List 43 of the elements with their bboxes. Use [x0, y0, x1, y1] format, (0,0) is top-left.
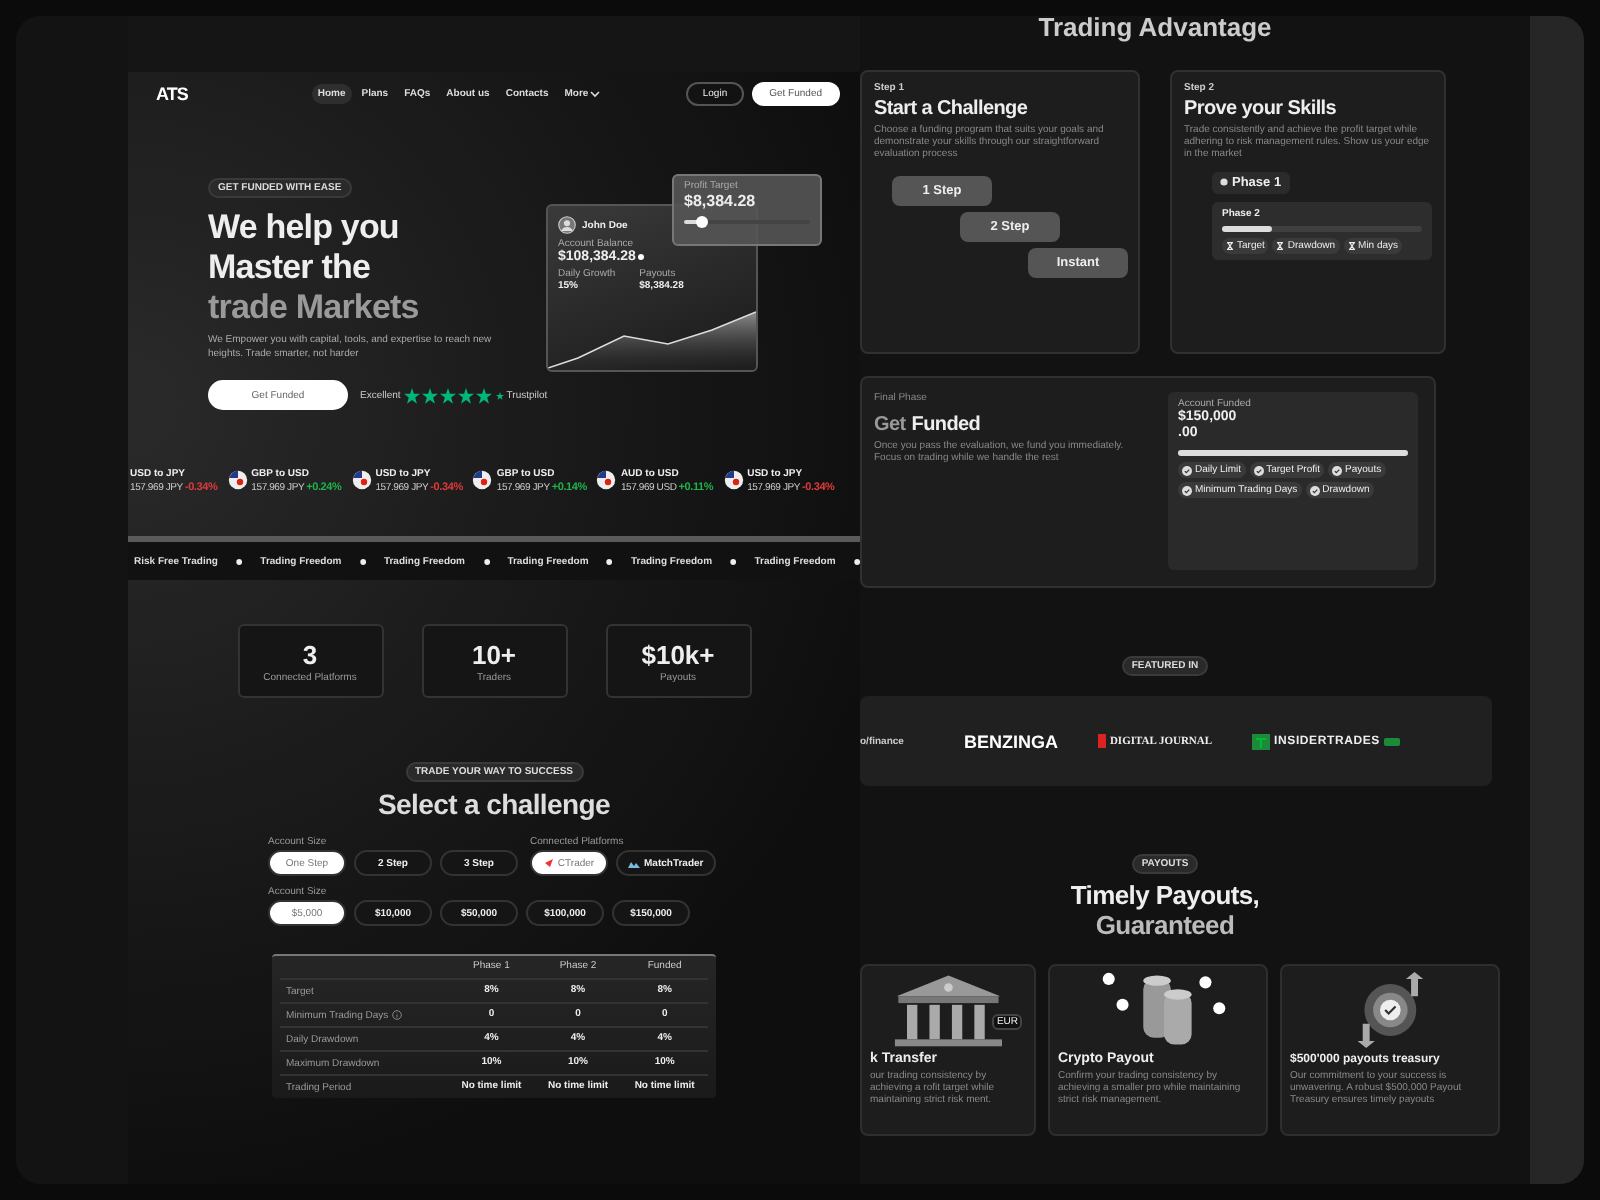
card-title: Start a Challenge	[874, 98, 1030, 120]
section-title: Timely Payouts,	[1070, 880, 1260, 910]
headline: trade Markets	[208, 288, 421, 328]
bullet-icon	[730, 557, 737, 565]
profit-value: $8,384.28	[684, 192, 758, 210]
bullet-icon	[606, 557, 613, 565]
check-icon	[1182, 465, 1192, 475]
dot-icon	[638, 254, 645, 260]
avatar-icon	[558, 216, 576, 234]
bullet-icon	[235, 557, 243, 565]
bullet-icon	[853, 557, 860, 565]
logo-mark-icon	[1097, 734, 1106, 748]
section-title: Guaranteed	[1093, 910, 1237, 940]
card-title: Prove your Skills	[1184, 98, 1339, 120]
section-title: Select a challenge	[378, 788, 610, 820]
brand-logo: BENZINGA	[963, 731, 1058, 751]
bullet-icon	[483, 557, 490, 565]
check-icon	[1332, 465, 1343, 475]
logo[interactable]: ATS	[156, 84, 188, 104]
card-title: Funded	[911, 414, 981, 436]
stat-value: 3	[302, 639, 318, 669]
section-title: Trading Advantage	[1036, 16, 1274, 42]
bullet-icon	[359, 557, 366, 565]
check-icon	[1182, 485, 1192, 495]
headline: We help you	[208, 208, 401, 248]
stat-value: 10+	[471, 639, 517, 669]
star-icon	[496, 391, 505, 399]
dot-icon	[1220, 178, 1228, 186]
logo-mark-icon	[1252, 733, 1271, 749]
logo-mark-icon	[1383, 737, 1400, 745]
check-icon	[1253, 465, 1264, 475]
stat-value: $10k+	[641, 639, 715, 669]
platform-icon	[543, 858, 554, 868]
scrollbar[interactable]	[1530, 16, 1584, 1184]
hourglass-icon	[1276, 242, 1285, 250]
card-title: Get	[874, 414, 906, 436]
platform-icon	[628, 859, 640, 867]
hourglass-icon	[1226, 242, 1234, 250]
caret-icon	[590, 90, 601, 98]
slider-thumb[interactable]	[696, 216, 709, 228]
headline: Master the	[208, 248, 373, 288]
check-icon	[1309, 485, 1320, 495]
hourglass-icon	[1347, 242, 1356, 250]
